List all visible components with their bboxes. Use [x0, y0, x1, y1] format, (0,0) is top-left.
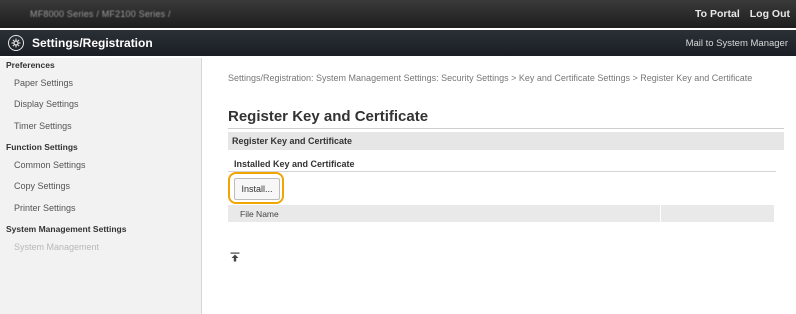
log-out-link[interactable]: Log Out — [750, 8, 790, 20]
sidebar-heading-preferences: Preferences — [6, 60, 55, 70]
top-links: To Portal Log Out — [695, 8, 790, 20]
subsection-divider — [228, 171, 776, 172]
sidebar: Preferences Paper Settings Display Setti… — [0, 58, 202, 314]
sidebar-item-paper-settings[interactable]: Paper Settings — [0, 72, 201, 93]
file-name-column-header: File Name — [240, 208, 279, 219]
to-portal-link[interactable]: To Portal — [695, 8, 740, 20]
sidebar-item-timer-settings[interactable]: Timer Settings — [0, 115, 201, 137]
gear-icon — [8, 35, 24, 51]
page-title: Register Key and Certificate — [228, 108, 429, 125]
sidebar-item-common-settings[interactable]: Common Settings — [0, 154, 201, 175]
sidebar-item-display-settings[interactable]: Display Settings — [0, 93, 201, 115]
sidebar-item-printer-settings[interactable]: Printer Settings — [0, 197, 201, 219]
top-bar: MF8000 Series / MF2100 Series / To Porta… — [0, 0, 796, 28]
header-title: Settings/Registration — [32, 36, 153, 50]
back-to-top-icon[interactable] — [230, 249, 240, 262]
device-name: MF8000 Series / MF2100 Series / — [30, 9, 171, 19]
file-table-empty-column — [660, 205, 774, 222]
title-divider — [228, 128, 784, 129]
settings-header: Settings/Registration Mail to System Man… — [0, 30, 796, 56]
mail-to-system-manager-link[interactable]: Mail to System Manager — [686, 38, 788, 49]
subsection-title: Installed Key and Certificate — [234, 159, 355, 169]
main-content: Settings/Registration: System Management… — [202, 58, 796, 314]
breadcrumb: Settings/Registration: System Management… — [228, 73, 753, 83]
sidebar-item-system-management: System Management — [14, 241, 100, 252]
sidebar-heading-function-settings: Function Settings — [6, 142, 78, 152]
sidebar-item-copy-settings[interactable]: Copy Settings — [0, 175, 201, 197]
sidebar-heading-system-management-settings: System Management Settings — [6, 224, 127, 234]
file-table-header: File Name — [228, 205, 774, 222]
section-header: Register Key and Certificate — [228, 132, 784, 150]
install-button[interactable]: Install... — [234, 178, 280, 200]
